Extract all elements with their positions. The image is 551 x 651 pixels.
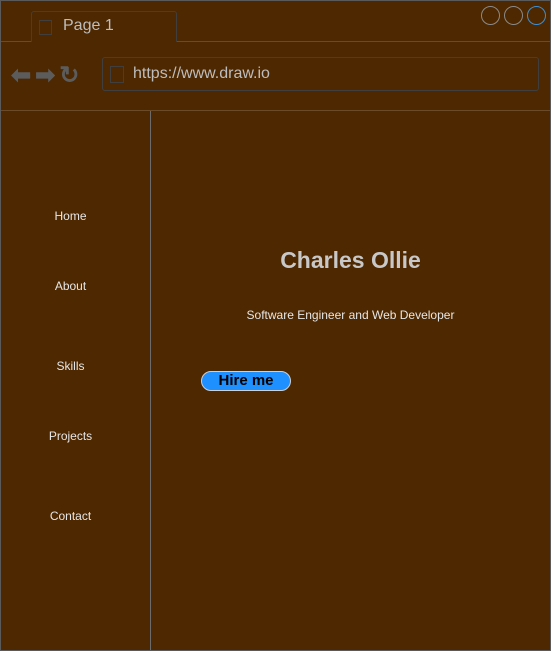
- sidebar-nav: Home About Skills Projects Contact: [1, 111, 151, 650]
- tab-label: Page 1: [63, 17, 114, 34]
- forward-arrow-icon[interactable]: ➡: [35, 64, 55, 88]
- tagline: Software Engineer and Web Developer: [246, 308, 455, 322]
- tab-strip: Page 1: [1, 1, 550, 42]
- sidebar-item-about[interactable]: About: [1, 279, 140, 293]
- url-text: https://www.draw.io: [133, 65, 270, 82]
- reload-icon[interactable]: ↻: [59, 64, 79, 88]
- page-title: Charles Ollie: [280, 247, 421, 273]
- main-content: Charles Ollie Software Engineer and Web …: [151, 111, 550, 650]
- page-icon: [110, 66, 124, 83]
- back-arrow-icon[interactable]: ⬅: [11, 64, 31, 88]
- close-icon[interactable]: [527, 6, 546, 25]
- sidebar-item-skills[interactable]: Skills: [1, 359, 140, 373]
- address-bar[interactable]: https://www.draw.io: [102, 57, 539, 91]
- page-icon: [39, 20, 52, 35]
- browser-toolbar: ⬅ ➡ ↻ https://www.draw.io: [1, 42, 550, 111]
- sidebar-item-contact[interactable]: Contact: [1, 509, 140, 523]
- minimize-icon[interactable]: [481, 6, 500, 25]
- browser-tab[interactable]: Page 1: [31, 11, 177, 42]
- maximize-icon[interactable]: [504, 6, 523, 25]
- sidebar-item-home[interactable]: Home: [1, 209, 140, 223]
- sidebar-item-projects[interactable]: Projects: [1, 429, 140, 443]
- hire-me-button[interactable]: Hire me: [201, 371, 291, 391]
- navigation-buttons: ⬅ ➡ ↻: [11, 64, 79, 88]
- browser-window: Page 1 ⬅ ➡ ↻ https://www.draw.io Home Ab…: [0, 0, 551, 651]
- window-controls: [481, 6, 546, 25]
